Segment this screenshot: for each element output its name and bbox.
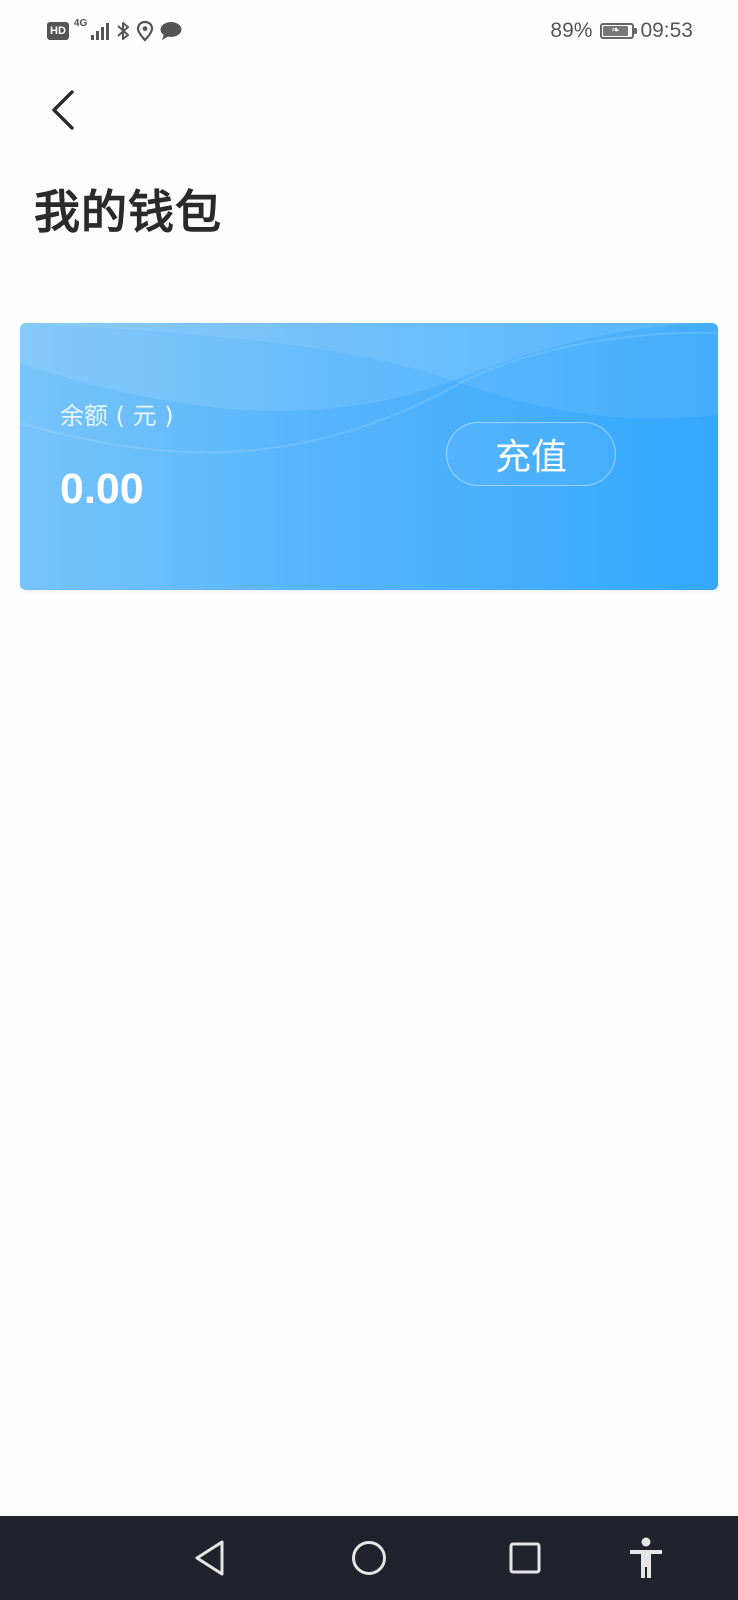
nav-home-button[interactable] xyxy=(329,1516,409,1600)
back-button[interactable] xyxy=(38,82,88,138)
location-icon xyxy=(136,20,154,42)
balance-value: 0.00 xyxy=(60,465,144,513)
status-bar: HD 4G 89% ❧ 09:53 xyxy=(0,0,738,60)
nav-back-button[interactable] xyxy=(170,1516,250,1600)
chevron-left-icon xyxy=(52,90,74,130)
status-icons-right: 89% ❧ 09:53 xyxy=(550,18,693,44)
system-nav-bar xyxy=(0,1516,738,1600)
accessibility-icon xyxy=(630,1537,662,1578)
battery-percent: 89% xyxy=(550,19,593,42)
signal-icon xyxy=(90,21,110,41)
back-triangle-icon xyxy=(195,1540,224,1576)
wallet-card: 余额 ( 元 ) 0.00 充值 xyxy=(20,323,718,590)
balance-label: 余额 ( 元 ) xyxy=(60,402,174,430)
page-title: 我的钱包 xyxy=(34,185,222,239)
network-type-label: 4G xyxy=(73,18,88,29)
nav-accessibility-button[interactable] xyxy=(606,1516,686,1600)
nav-recents-button[interactable] xyxy=(485,1516,565,1600)
leaf-icon: ❧ xyxy=(611,25,620,36)
battery-icon: ❧ xyxy=(600,23,638,39)
status-icons-left: HD 4G xyxy=(47,18,183,44)
recents-square-icon xyxy=(509,1542,541,1574)
bluetooth-icon xyxy=(115,20,131,42)
recharge-button[interactable]: 充值 xyxy=(446,422,616,486)
message-icon xyxy=(159,20,183,42)
clock: 09:53 xyxy=(640,19,693,42)
hd-icon: HD xyxy=(47,22,69,40)
home-circle-icon xyxy=(352,1541,386,1575)
